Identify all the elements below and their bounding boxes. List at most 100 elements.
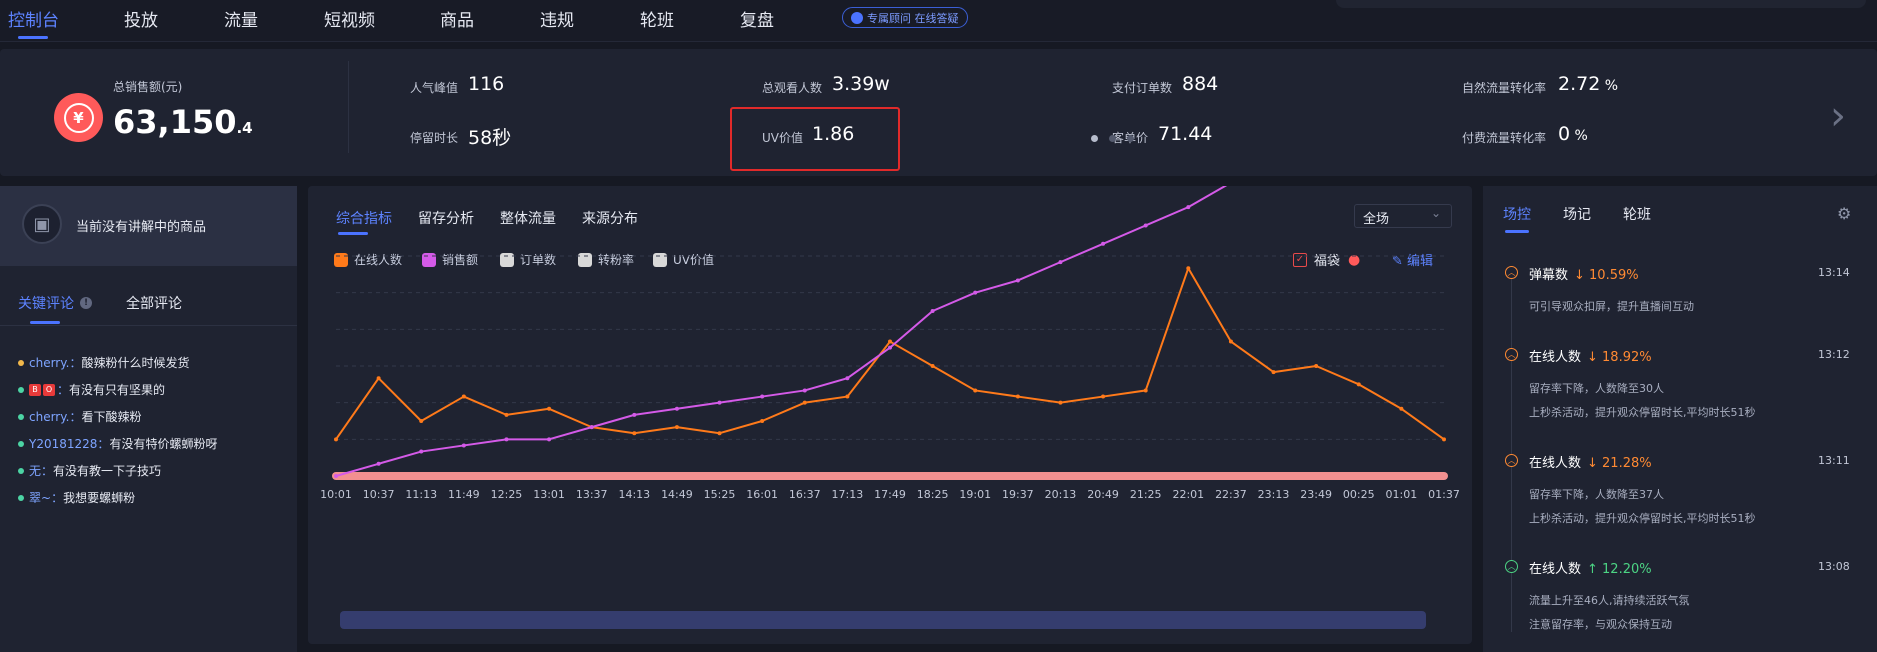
x-tick-label: 20:13 xyxy=(1045,488,1077,501)
stat-label-organic-conversion: 自然流量转化率 xyxy=(1462,81,1547,95)
nav-tab-shifts[interactable]: 轮班 xyxy=(640,6,674,31)
comment-item: B O： 有没有只有坚果的 xyxy=(18,381,165,398)
x-tick-label: 23:13 xyxy=(1258,488,1290,501)
nav-tab-ads[interactable]: 投放 xyxy=(124,6,158,31)
comment-item: cherry.： 看下酸辣粉 xyxy=(18,408,141,425)
yuan-icon: ¥ xyxy=(54,93,103,142)
x-tick-label: 11:13 xyxy=(405,488,437,501)
nav-tab-short-video[interactable]: 短视频 xyxy=(324,6,375,31)
event-time: 13:08 xyxy=(1818,560,1850,573)
event-title: 弹幕数 ↓ 10.59% xyxy=(1529,268,1639,283)
stat-value-paid-conversion: 0 % xyxy=(1558,123,1588,145)
event-desc: 可引导观众扣屏，提升直播间互动 xyxy=(1529,300,1694,313)
x-tick-label: 11:49 xyxy=(448,488,480,501)
line-chart: 10:01 10:37 11:13 11:49 12:25 13:01 13:37 14:13… xyxy=(320,186,1460,501)
timeline-line xyxy=(1511,272,1512,632)
next-page-chevron-icon[interactable]: › xyxy=(1830,96,1846,136)
data-point xyxy=(802,400,807,405)
advisor-button[interactable]: 专属顾问 在线答疑 xyxy=(842,7,968,28)
stat-value-stay-duration: 58秒 xyxy=(468,127,512,149)
comment-dot xyxy=(18,413,24,420)
data-point xyxy=(1058,260,1063,265)
data-point xyxy=(1186,205,1191,210)
stats-divider xyxy=(348,61,349,153)
event-title: 在线人数 ↓ 18.92% xyxy=(1529,350,1652,365)
nav-active-underline xyxy=(18,36,48,39)
data-point xyxy=(1186,266,1191,271)
data-point xyxy=(419,449,424,454)
data-point xyxy=(1356,382,1361,387)
info-icon[interactable]: ! xyxy=(80,297,92,309)
gear-icon[interactable]: ⚙ xyxy=(1837,204,1851,223)
x-tick-label: 22:01 xyxy=(1172,488,1204,501)
tab-key-comments[interactable]: 关键评论 xyxy=(18,293,74,313)
nav-tab-violations[interactable]: 违规 xyxy=(540,6,574,31)
event-desc: 上秒杀活动，提升观众停留时长,平均时长51秒 xyxy=(1529,406,1756,419)
data-point xyxy=(888,339,892,344)
data-point xyxy=(547,406,552,411)
stat-label-paid-orders: 支付订单数 xyxy=(1112,81,1173,95)
event-title: 在线人数 ↓ 21.28% xyxy=(1529,456,1652,471)
stat-label-total-viewers: 总观看人数 xyxy=(762,81,823,95)
stat-value-organic-conversion: 2.72 % xyxy=(1558,73,1619,95)
comment-tab-underline xyxy=(30,321,60,324)
tab-control[interactable]: 场控 xyxy=(1503,204,1531,224)
comment-item: 无： 有没有教一下子技巧 xyxy=(18,462,161,479)
tab-notes[interactable]: 场记 xyxy=(1563,204,1591,224)
data-point xyxy=(419,419,424,423)
user-badge: B xyxy=(29,383,41,396)
stat-value-peak-popularity: 116 xyxy=(468,73,505,95)
nav-tab-console[interactable]: 控制台 xyxy=(8,6,59,31)
data-point xyxy=(1399,406,1404,411)
data-point xyxy=(973,290,978,295)
nav-tab-traffic[interactable]: 流量 xyxy=(224,6,258,31)
x-tick-label: 12:25 xyxy=(491,488,523,501)
data-point xyxy=(674,406,679,411)
comment-dot xyxy=(18,494,24,501)
data-point xyxy=(1143,388,1148,393)
event-title: 在线人数 ↑ 12.20% xyxy=(1529,562,1652,577)
x-tick-label: 01:01 xyxy=(1386,488,1418,501)
tab-rotation[interactable]: 轮班 xyxy=(1623,204,1651,224)
data-point xyxy=(1058,400,1063,405)
data-point xyxy=(1314,364,1319,368)
x-tick-label: 15:25 xyxy=(704,488,736,501)
comment-item: cherry.： 酸辣粉什么时候发货 xyxy=(18,354,189,371)
stat-value-avg-order: 71.44 xyxy=(1158,123,1213,145)
event-time: 13:12 xyxy=(1818,348,1850,361)
event-time: 13:11 xyxy=(1818,454,1850,467)
user-badge: O xyxy=(43,383,55,396)
advisor-label: 专属顾问 在线答疑 xyxy=(867,11,959,25)
comment-item: 翠~： 我想要螺蛳粉 xyxy=(18,489,135,506)
x-tick-label: 14:49 xyxy=(661,488,693,501)
chart-series xyxy=(334,186,1446,478)
data-point xyxy=(888,345,892,350)
x-tick-label: 18:25 xyxy=(917,488,949,501)
x-tick-label: 17:13 xyxy=(832,488,864,501)
nav-tab-products[interactable]: 商品 xyxy=(440,6,474,31)
data-point xyxy=(930,309,935,313)
data-point xyxy=(1442,437,1446,442)
page-dot[interactable] xyxy=(1127,135,1134,142)
x-tick-label: 16:37 xyxy=(789,488,821,501)
data-point xyxy=(930,364,935,368)
top-search-bar[interactable] xyxy=(1336,0,1866,8)
data-point xyxy=(1101,241,1106,246)
page-dot[interactable] xyxy=(1109,135,1116,142)
data-point xyxy=(376,461,381,466)
chart-zoom-scrollbar[interactable] xyxy=(340,611,1426,629)
data-point xyxy=(504,412,509,417)
data-point xyxy=(1228,339,1233,344)
total-sales-label: 总销售额(元) xyxy=(113,80,183,94)
comment-tab-divider xyxy=(0,325,297,326)
data-point xyxy=(845,394,850,399)
no-product-text: 当前没有讲解中的商品 xyxy=(76,220,207,235)
x-tick-label: 23:49 xyxy=(1300,488,1332,501)
nav-tab-review[interactable]: 复盘 xyxy=(740,6,774,31)
x-tick-label: 16:01 xyxy=(746,488,778,501)
event-desc: 留存率下降，人数降至37人 xyxy=(1529,488,1664,501)
page-dot[interactable] xyxy=(1091,135,1098,142)
current-product-box: ▣ 当前没有讲解中的商品 xyxy=(0,186,297,266)
comment-dot xyxy=(18,467,24,474)
tab-all-comments[interactable]: 全部评论 xyxy=(126,293,182,313)
